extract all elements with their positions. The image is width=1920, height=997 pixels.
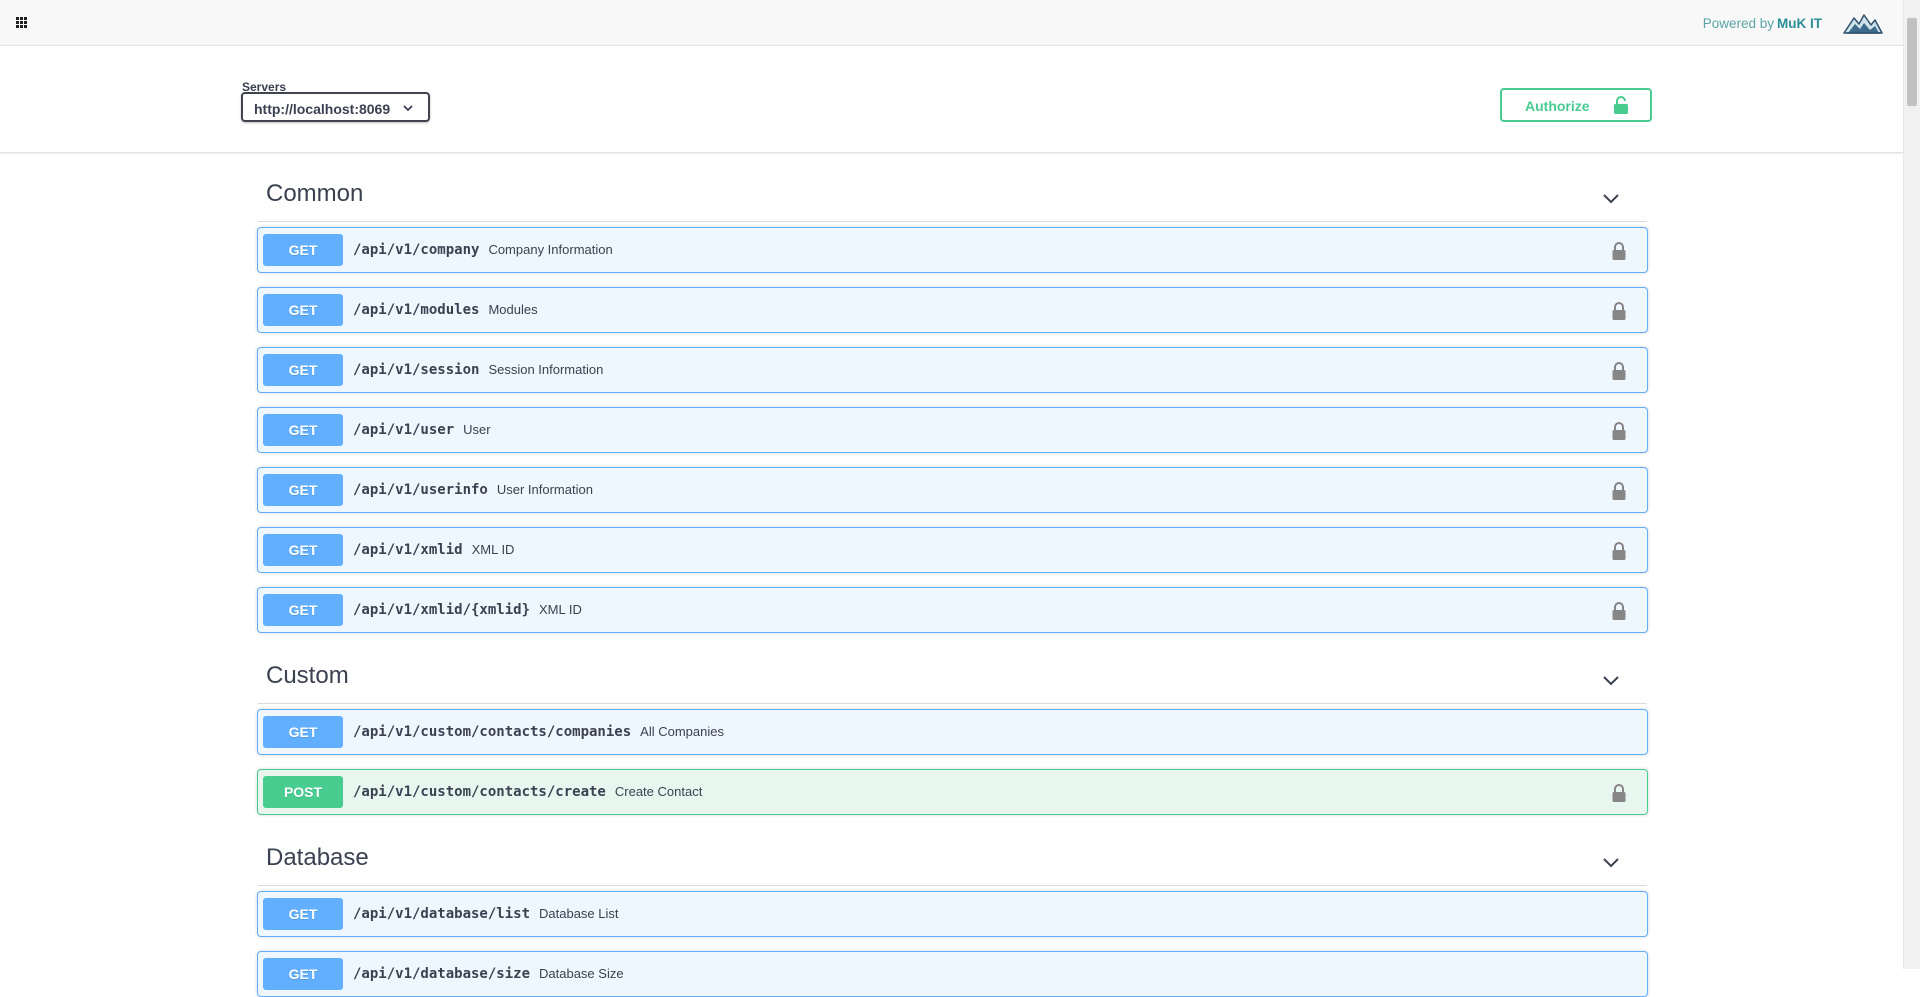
operation-row[interactable]: GET/api/v1/user User bbox=[257, 407, 1648, 453]
method-badge: POST bbox=[263, 776, 343, 808]
lock-icon[interactable] bbox=[1612, 541, 1626, 560]
method-badge: GET bbox=[263, 958, 343, 990]
section-divider bbox=[258, 885, 1647, 886]
operation-path-block: /api/v1/modules Modules bbox=[353, 302, 538, 318]
operation-path-block: /api/v1/xmlid XML ID bbox=[353, 542, 514, 558]
operation-summary: User Information bbox=[496, 482, 593, 497]
method-badge: GET bbox=[263, 474, 343, 506]
authorize-button[interactable]: Authorize bbox=[1500, 88, 1652, 122]
section-title[interactable]: Common bbox=[266, 180, 363, 208]
operation-path: /api/v1/session bbox=[353, 362, 480, 378]
operation-summary: Session Information bbox=[488, 362, 604, 377]
powered-by[interactable]: Powered by MuK IT bbox=[1703, 16, 1822, 31]
lock-icon[interactable] bbox=[1612, 241, 1626, 260]
brand-name: MuK IT bbox=[1777, 16, 1822, 31]
operation-summary: Company Information bbox=[488, 242, 613, 257]
operation-summary: Modules bbox=[488, 302, 538, 317]
operation-summary: User bbox=[463, 422, 491, 437]
method-badge: GET bbox=[263, 898, 343, 930]
operation-path-block: /api/v1/company Company Information bbox=[353, 242, 613, 258]
operation-row[interactable]: POST/api/v1/custom/contacts/create Create… bbox=[257, 769, 1648, 815]
section-divider bbox=[258, 221, 1647, 222]
operation-path-block: /api/v1/custom/contacts/companies All Com… bbox=[353, 724, 724, 740]
method-badge: GET bbox=[263, 716, 343, 748]
section-collapse-chevron-icon[interactable] bbox=[1602, 192, 1620, 204]
operation-path: /api/v1/xmlid/{xmlid} bbox=[353, 602, 531, 618]
operation-path-block: /api/v1/userinfo User Information bbox=[353, 482, 593, 498]
operation-path-block: /api/v1/user User bbox=[353, 422, 491, 438]
section-title[interactable]: Database bbox=[266, 844, 369, 872]
lock-icon[interactable] bbox=[1612, 421, 1626, 440]
operation-path-block: /api/v1/xmlid/{xmlid} XML ID bbox=[353, 602, 582, 618]
operation-row[interactable]: GET/api/v1/company Company Information bbox=[257, 227, 1648, 273]
operation-row[interactable]: GET/api/v1/database/size Database Size bbox=[257, 951, 1648, 997]
method-badge: GET bbox=[263, 294, 343, 326]
method-badge: GET bbox=[263, 534, 343, 566]
powered-by-text: Powered by bbox=[1702, 16, 1774, 31]
operation-summary: XML ID bbox=[471, 542, 515, 557]
lock-icon[interactable] bbox=[1612, 783, 1626, 802]
lock-icon[interactable] bbox=[1612, 361, 1626, 380]
lock-icon[interactable] bbox=[1612, 481, 1626, 500]
operation-path-block: /api/v1/database/size Database Size bbox=[353, 966, 624, 982]
operation-path: /api/v1/userinfo bbox=[353, 482, 488, 498]
method-badge: GET bbox=[263, 414, 343, 446]
operation-path-block: /api/v1/database/list Database List bbox=[353, 906, 619, 922]
scrollbar-thumb[interactable] bbox=[1907, 18, 1917, 106]
chevron-down-icon bbox=[403, 105, 413, 112]
operation-summary: Database List bbox=[539, 906, 619, 921]
operation-path: /api/v1/user bbox=[353, 422, 455, 438]
top-bar: Powered by MuK IT bbox=[0, 0, 1904, 46]
operation-summary: XML ID bbox=[539, 602, 582, 617]
operation-summary: All Companies bbox=[640, 724, 724, 739]
lock-icon[interactable] bbox=[1612, 601, 1626, 620]
operation-path: /api/v1/custom/contacts/companies bbox=[353, 724, 632, 740]
authorize-label: Authorize bbox=[1525, 98, 1590, 114]
section-divider bbox=[258, 703, 1647, 704]
apps-grid-icon[interactable] bbox=[16, 17, 29, 28]
operation-row[interactable]: GET/api/v1/custom/contacts/companies All … bbox=[257, 709, 1648, 755]
operation-path: /api/v1/custom/contacts/create bbox=[353, 784, 606, 800]
operation-path: /api/v1/modules bbox=[353, 302, 480, 318]
section-collapse-chevron-icon[interactable] bbox=[1602, 856, 1620, 868]
method-badge: GET bbox=[263, 234, 343, 266]
operation-path: /api/v1/company bbox=[353, 242, 480, 258]
operation-row[interactable]: GET/api/v1/modules Modules bbox=[257, 287, 1648, 333]
method-badge: GET bbox=[263, 354, 343, 386]
operation-summary: Database Size bbox=[539, 966, 624, 981]
operation-path-block: /api/v1/session Session Information bbox=[353, 362, 603, 378]
unlocked-lock-icon bbox=[1614, 96, 1628, 114]
operation-path: /api/v1/database/list bbox=[353, 906, 531, 922]
section-title[interactable]: Custom bbox=[266, 662, 349, 690]
scrollbar[interactable] bbox=[1903, 0, 1920, 969]
operation-path-block: /api/v1/custom/contacts/create Create Con… bbox=[353, 784, 702, 800]
operation-row[interactable]: GET/api/v1/xmlid/{xmlid} XML ID bbox=[257, 587, 1648, 633]
operation-path: /api/v1/database/size bbox=[353, 966, 531, 982]
operation-row[interactable]: GET/api/v1/database/list Database List bbox=[257, 891, 1648, 937]
operation-summary: Create Contact bbox=[614, 784, 703, 799]
servers-select-value: http://localhost:8069 bbox=[254, 101, 391, 117]
muk-logo-icon[interactable] bbox=[1843, 12, 1883, 35]
operation-path: /api/v1/xmlid bbox=[353, 542, 463, 558]
lock-icon[interactable] bbox=[1612, 301, 1626, 320]
section-collapse-chevron-icon[interactable] bbox=[1602, 674, 1620, 686]
method-badge: GET bbox=[263, 594, 343, 626]
operation-row[interactable]: GET/api/v1/session Session Information bbox=[257, 347, 1648, 393]
operation-row[interactable]: GET/api/v1/xmlid XML ID bbox=[257, 527, 1648, 573]
servers-select[interactable]: http://localhost:8069 bbox=[241, 92, 430, 122]
operation-row[interactable]: GET/api/v1/userinfo User Information bbox=[257, 467, 1648, 513]
